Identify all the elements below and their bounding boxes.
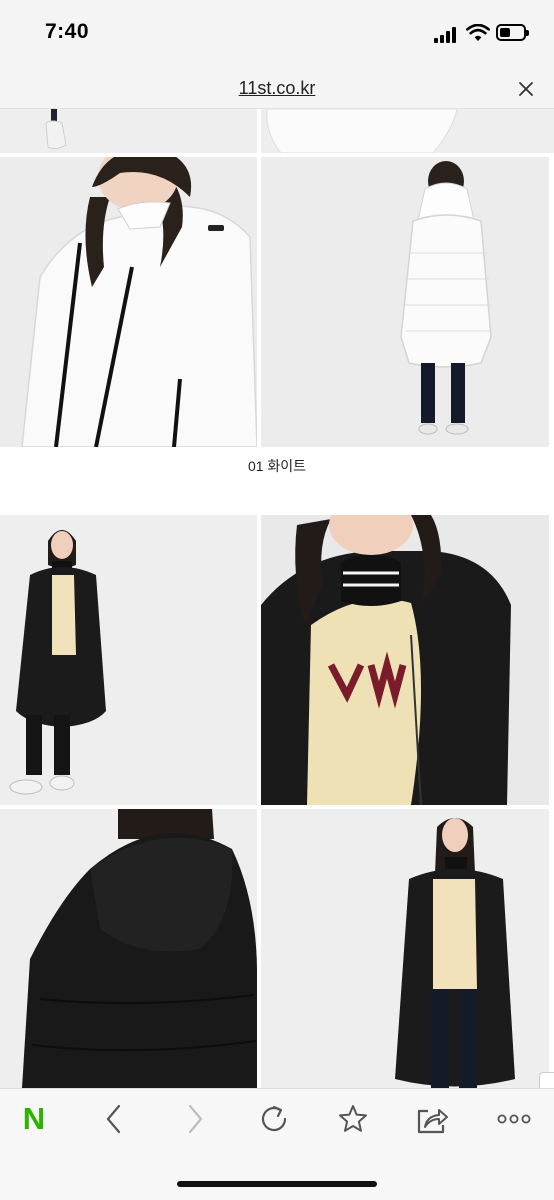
product-photo	[0, 109, 257, 153]
more-icon[interactable]	[492, 1099, 536, 1139]
product-detail-content: 01 화이트	[0, 109, 554, 1088]
status-time: 7:40	[45, 20, 90, 43]
product-photo-black-front-2	[261, 809, 549, 1088]
naver-logo-letter: N	[22, 1101, 46, 1136]
home-indicator[interactable]	[177, 1181, 377, 1187]
color-option-caption: 01 화이트	[247, 458, 307, 474]
product-photo-black-front	[0, 515, 257, 805]
mobile-browser-screen: 7:40 11st.co.kr 01 화이트 N	[0, 0, 554, 1200]
star-icon[interactable]	[331, 1099, 375, 1139]
share-icon[interactable]	[410, 1099, 454, 1139]
url-text[interactable]: 11st.co.kr	[0, 78, 554, 99]
battery-icon	[496, 24, 529, 41]
wifi-icon	[466, 24, 490, 41]
product-photo-black-closeup	[261, 515, 549, 805]
url-bar[interactable]: 11st.co.kr	[0, 70, 554, 109]
product-photo-white-back	[261, 157, 549, 447]
back-chevron-icon[interactable]	[92, 1099, 136, 1139]
close-icon[interactable]	[513, 76, 539, 102]
reload-icon[interactable]	[252, 1099, 296, 1139]
product-photo-black-hood	[0, 809, 257, 1088]
naver-n-icon[interactable]: N	[12, 1099, 56, 1139]
product-photo	[261, 109, 554, 153]
cellular-signal-icon	[434, 27, 460, 43]
status-bar: 7:40	[0, 0, 554, 70]
product-photo-white-closeup	[0, 157, 257, 447]
forward-chevron-icon[interactable]	[173, 1099, 217, 1139]
